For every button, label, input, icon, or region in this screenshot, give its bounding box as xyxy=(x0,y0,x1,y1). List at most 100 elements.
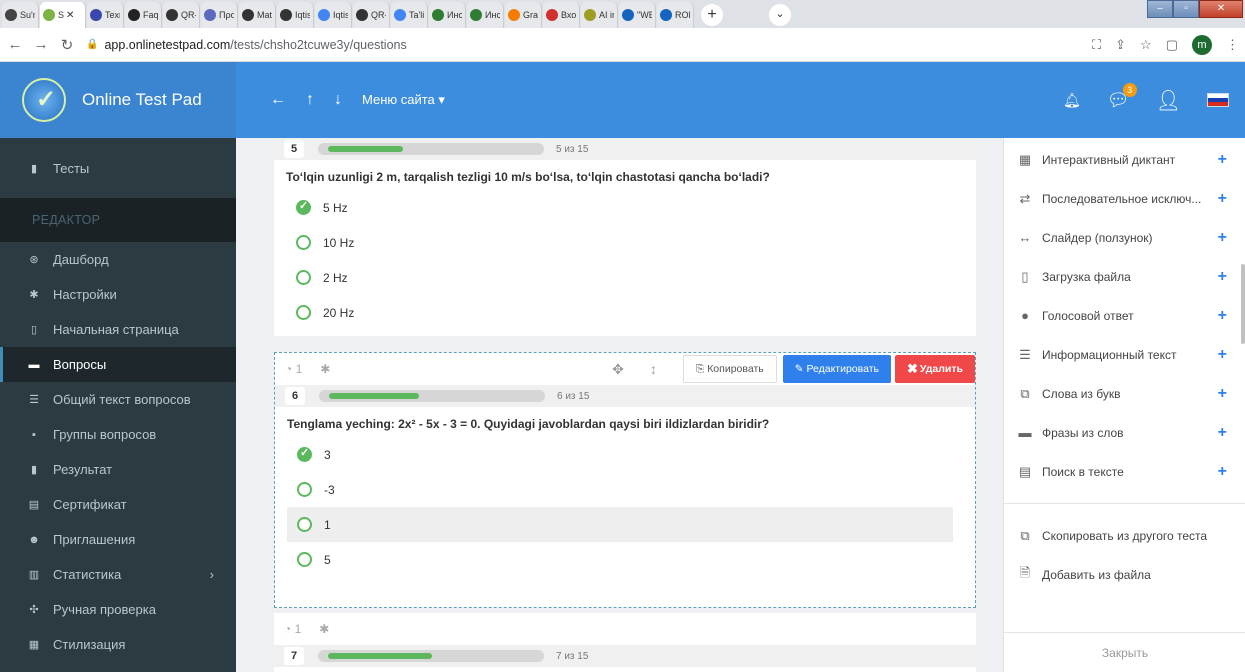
sidebar-item[interactable]: ▪ Группы вопросов xyxy=(0,417,236,452)
minimize-button[interactable]: – xyxy=(1147,0,1173,18)
sidebar-item[interactable]: ▦ Стилизация xyxy=(0,627,236,662)
browser-tab[interactable]: Su'n xyxy=(2,2,39,28)
side-panel-icon[interactable]: ▢ xyxy=(1166,37,1178,53)
progress-bar xyxy=(318,143,544,155)
question-type-item[interactable]: ▦ Интерактивный диктант + xyxy=(1004,140,1245,179)
add-plus-icon[interactable]: + xyxy=(1218,307,1227,325)
delete-button[interactable]: ✖ Удалить xyxy=(894,355,975,383)
answer-option[interactable]: 3 xyxy=(275,437,975,472)
bell-icon[interactable]: 🔔︎ xyxy=(1063,92,1081,109)
answer-option[interactable]: 1 xyxy=(287,507,953,542)
sidebar-item[interactable]: ▤ Сертификат xyxy=(0,487,236,522)
new-tab-button[interactable]: + xyxy=(701,4,723,26)
drag-move-icon[interactable]: ✥ xyxy=(612,361,624,378)
question-type-item[interactable]: ⇄ Последовательное исключ... + xyxy=(1004,179,1245,218)
browser-tab[interactable]: S ✕ xyxy=(40,2,86,28)
close-panel-button[interactable]: Закрыть xyxy=(1004,632,1245,672)
maximize-button[interactable]: ▫ xyxy=(1173,0,1199,18)
browser-tab[interactable]: Вход xyxy=(543,2,580,28)
progress-fill xyxy=(329,393,419,399)
sidebar-item[interactable]: ▯ Начальная страница xyxy=(0,312,236,347)
browser-tab[interactable]: AI ir xyxy=(581,2,618,28)
browser-tab[interactable]: Инс xyxy=(467,2,504,28)
delete-x-icon: ✖ xyxy=(906,361,918,376)
add-from-file-link[interactable]: 🗎 Добавить из файла xyxy=(1004,555,1245,594)
browser-tab[interactable]: Grac xyxy=(505,2,542,28)
question-text: Tenglama yeching: 2x² - 5x - 3 = 0. Quyi… xyxy=(287,417,770,431)
sidebar-item[interactable]: ☰ Общий текст вопросов xyxy=(0,382,236,417)
sidebar-item[interactable]: ✣ Ручная проверка xyxy=(0,592,236,627)
add-plus-icon[interactable]: + xyxy=(1218,268,1227,286)
forward-icon[interactable]: → xyxy=(30,36,52,53)
sidebar-item[interactable]: ▮ Результат xyxy=(0,452,236,487)
question-type-item[interactable]: ▤ Поиск в тексте + xyxy=(1004,452,1245,491)
add-plus-icon[interactable]: + xyxy=(1218,346,1227,364)
translate-icon[interactable]: ⛶ xyxy=(1092,37,1101,53)
browser-tab[interactable]: Προ xyxy=(201,2,238,28)
reorder-icon[interactable]: ↕ xyxy=(650,361,657,377)
question-type-item[interactable]: ☰ Информационный текст + xyxy=(1004,335,1245,374)
add-plus-icon[interactable]: + xyxy=(1218,151,1227,169)
sidebar-item[interactable]: ✱ Настройки xyxy=(0,277,236,312)
chat-icon[interactable]: 💬︎ 3 xyxy=(1107,82,1137,111)
question-card-selected[interactable]: ◔ 1 ✱ ✥ ↕ ⎘ Копировать ✎ Редактировать ✖… xyxy=(274,352,976,608)
required-asterisk-icon[interactable]: ✱ xyxy=(320,362,330,376)
tab-search-button[interactable]: ⌄ xyxy=(769,4,791,26)
browser-tab[interactable]: ROE xyxy=(657,2,694,28)
browser-tab[interactable]: Faqe xyxy=(125,2,162,28)
browser-tab[interactable]: QR- xyxy=(353,2,390,28)
user-menu-icon[interactable]: 👤︎ xyxy=(1156,88,1181,113)
bookmark-star-icon[interactable]: ☆ xyxy=(1140,37,1152,53)
question-card: 5 5 из 15 To‘lqin uzunligi 2 m, tarqalis… xyxy=(274,138,976,336)
move-up-icon[interactable]: ↑ xyxy=(306,91,314,109)
browser-tab[interactable]: Iqtis xyxy=(315,2,352,28)
add-plus-icon[interactable]: + xyxy=(1218,385,1227,403)
share-icon[interactable]: ⇪ xyxy=(1115,37,1126,53)
browser-tab[interactable]: Mat xyxy=(239,2,276,28)
close-window-button[interactable]: ✕ xyxy=(1199,0,1243,18)
required-asterisk-icon[interactable]: ✱ xyxy=(319,622,329,636)
copy-from-test-link[interactable]: ⧉ Скопировать из другого теста xyxy=(1004,516,1245,555)
browser-tab[interactable]: "WE xyxy=(619,2,656,28)
browser-tab[interactable]: Ta'lir xyxy=(391,2,428,28)
browser-tab[interactable]: QR- xyxy=(163,2,200,28)
answer-option[interactable]: 10 Hz xyxy=(274,225,976,260)
brand[interactable]: Online Test Pad xyxy=(0,62,236,138)
sidebar-item[interactable]: ▬ Вопросы xyxy=(0,347,236,382)
reload-icon[interactable]: ↻ xyxy=(56,36,78,54)
question-type-item[interactable]: ⧉ Слова из букв + xyxy=(1004,374,1245,413)
language-flag-icon[interactable] xyxy=(1207,93,1229,107)
question-type-item[interactable]: ● Голосовой ответ + xyxy=(1004,296,1245,335)
copy-button[interactable]: ⎘ Копировать xyxy=(682,355,777,383)
browser-tab[interactable]: Texn xyxy=(87,2,124,28)
answer-option[interactable]: -3 xyxy=(275,472,975,507)
back-icon[interactable]: ← xyxy=(4,36,26,53)
question-type-item[interactable]: ▯ Загрузка файла + xyxy=(1004,257,1245,296)
tab-close-icon[interactable]: ✕ xyxy=(66,10,74,21)
edit-button[interactable]: ✎ Редактировать xyxy=(782,355,891,383)
browser-tab[interactable]: Iqtis xyxy=(277,2,314,28)
answer-option[interactable]: 5 Hz xyxy=(274,190,976,225)
question-type-item[interactable]: ▬ Фразы из слов + xyxy=(1004,413,1245,452)
sidebar-item[interactable]: ⊛ Дашборд xyxy=(0,242,236,277)
add-plus-icon[interactable]: + xyxy=(1218,424,1227,442)
scrollbar[interactable] xyxy=(1241,264,1245,344)
question-type-item[interactable]: ↔ Слайдер (ползунок) + xyxy=(1004,218,1245,257)
browser-menu-icon[interactable]: ⋮ xyxy=(1226,37,1239,53)
sidebar-item[interactable]: ▥ Статистика › xyxy=(0,557,236,592)
move-down-icon[interactable]: ↓ xyxy=(334,91,342,109)
browser-tab[interactable]: Инс xyxy=(429,2,466,28)
add-plus-icon[interactable]: + xyxy=(1218,463,1227,481)
add-plus-icon[interactable]: + xyxy=(1218,190,1227,208)
back-arrow-icon[interactable]: ← xyxy=(270,91,286,109)
url-field[interactable]: 🔒 app.onlinetestpad.com /tests/chsho2tcu… xyxy=(86,38,407,52)
answer-option[interactable]: 5 xyxy=(275,542,975,577)
add-plus-icon[interactable]: + xyxy=(1218,229,1227,247)
sidebar-item[interactable]: ☻ Приглашения xyxy=(0,522,236,557)
answer-option[interactable]: 20 Hz xyxy=(274,295,976,330)
answer-option[interactable]: 2 Hz xyxy=(274,260,976,295)
question-number: 6 xyxy=(285,387,305,405)
site-menu-dropdown[interactable]: Меню сайта ▾ xyxy=(362,92,445,108)
profile-avatar[interactable]: m xyxy=(1192,35,1212,55)
sidebar-item-tests[interactable]: ▮ Тесты xyxy=(0,138,236,198)
